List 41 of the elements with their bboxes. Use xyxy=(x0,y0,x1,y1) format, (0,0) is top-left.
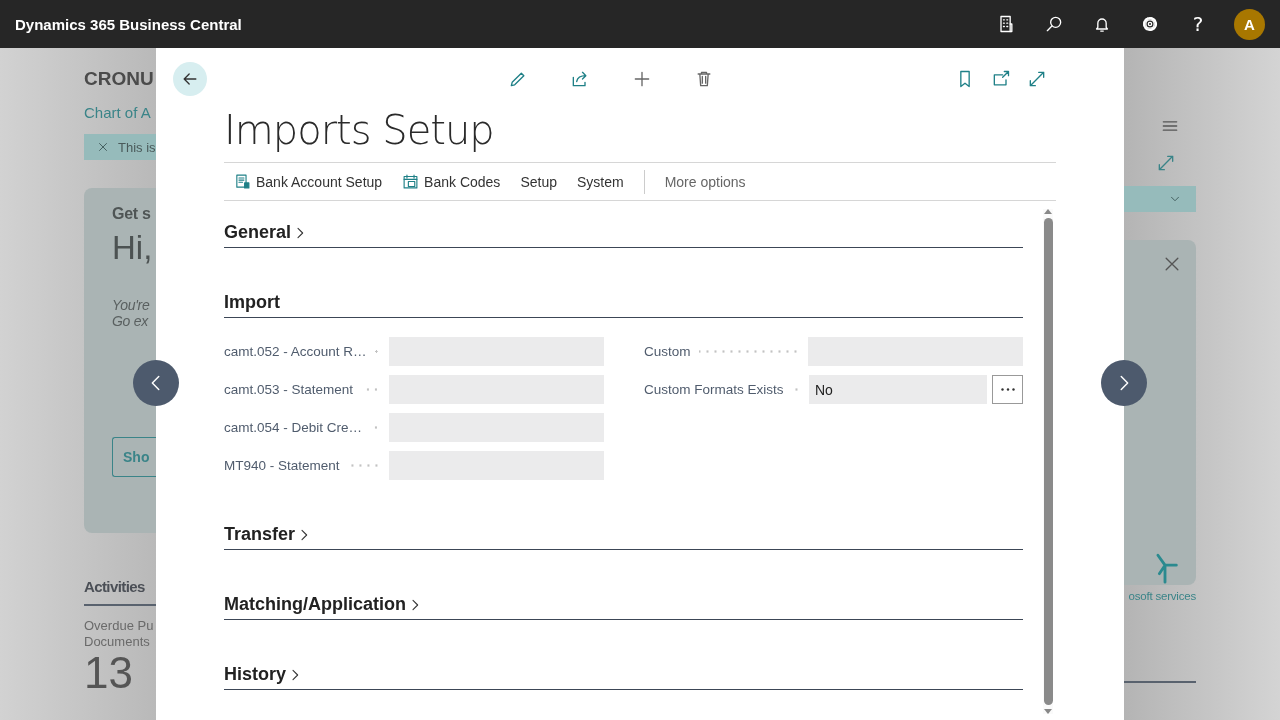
help-button[interactable]: ? xyxy=(1186,12,1210,36)
section-header[interactable]: History xyxy=(224,664,303,685)
field-label: camt.053 - Statement xyxy=(224,382,354,397)
close-icon xyxy=(96,140,110,154)
ellipsis-icon xyxy=(1000,388,1015,391)
field-label: camt.054 - Debit Cre… xyxy=(224,420,363,435)
scrollbar[interactable] xyxy=(1043,209,1053,714)
card-text: You're xyxy=(112,297,150,313)
more-options-button[interactable]: More options xyxy=(654,166,756,197)
report-icon xyxy=(234,173,251,190)
notification-text: This is xyxy=(118,139,156,155)
section-header[interactable]: Import xyxy=(224,292,280,313)
tile-label: Documents xyxy=(84,634,151,650)
card-text: Go ex xyxy=(112,313,148,329)
lookup-button[interactable] xyxy=(992,375,1023,404)
section-header[interactable]: Matching/Application xyxy=(224,594,423,615)
back-button[interactable] xyxy=(173,62,207,96)
card-title: Get s xyxy=(112,205,151,223)
scroll-up-icon[interactable] xyxy=(1044,209,1052,214)
app-title: Dynamics 365 Business Central xyxy=(15,15,243,33)
section-header[interactable]: General xyxy=(224,222,309,243)
field-label: Custom Formats Exists xyxy=(644,382,784,397)
user-avatar[interactable]: A xyxy=(1234,8,1265,40)
action-button[interactable]: Bank Codes xyxy=(392,166,511,197)
company-name: CRONU xyxy=(84,68,155,90)
scroll-down-icon[interactable] xyxy=(1044,709,1052,714)
dot-leader xyxy=(374,350,380,353)
input-field[interactable]: No xyxy=(809,375,987,404)
page-title: Imports Setup xyxy=(224,106,495,155)
greeting-text: Hi, xyxy=(112,229,153,267)
action-button[interactable]: Setup xyxy=(510,166,567,197)
tile-label: Overdue Pu xyxy=(84,618,155,634)
section-header[interactable]: Transfer xyxy=(224,524,313,545)
field-label: Custom xyxy=(644,344,691,359)
field-label: camt.052 - Account R… xyxy=(224,344,367,359)
expand-icon xyxy=(1156,153,1176,173)
action-button[interactable]: System xyxy=(566,166,634,197)
tile-value[interactable]: 13 xyxy=(84,650,156,696)
calendar-icon xyxy=(402,173,420,190)
action-button[interactable]: Bank Account Setup xyxy=(224,166,393,197)
field-label: MT940 - Statement xyxy=(224,458,340,473)
